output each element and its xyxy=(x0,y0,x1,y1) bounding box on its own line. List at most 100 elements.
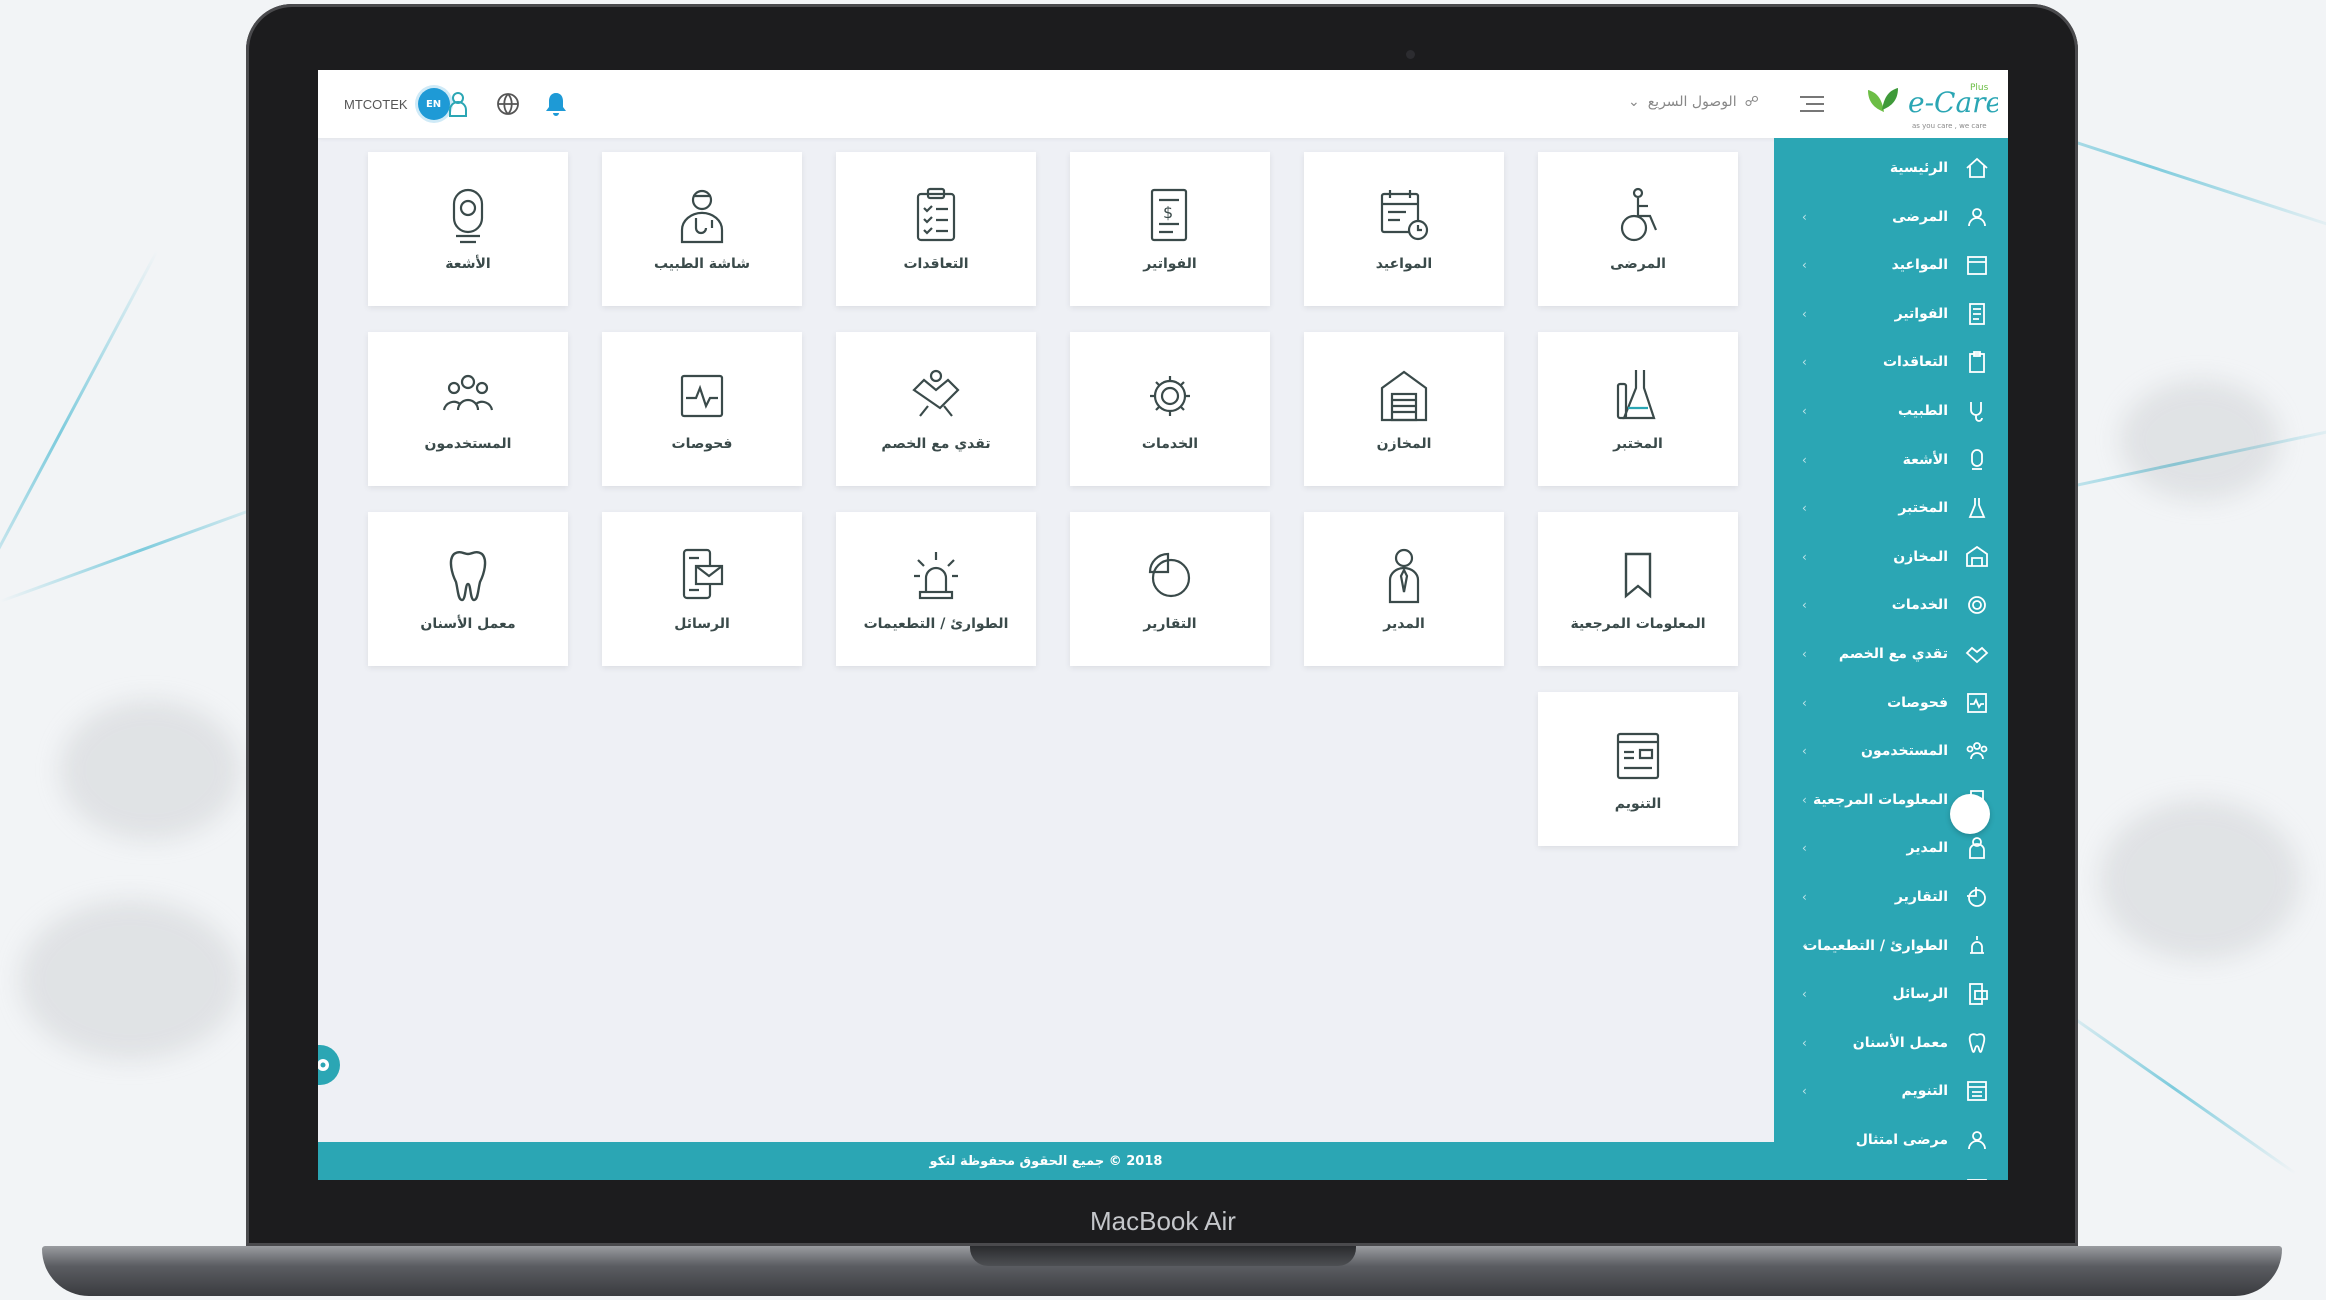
chevron-left-icon: ‹ xyxy=(1802,1035,1807,1050)
sidebar-item[interactable]: ‹ المرضى xyxy=(1774,197,2008,237)
inpatient-icon xyxy=(1616,732,1660,780)
sidebar-item-label: الأشعة xyxy=(1902,451,1948,468)
users-icon xyxy=(442,374,494,411)
chevron-left-icon: ‹ xyxy=(1802,258,1807,273)
tile-manager[interactable]: المدير xyxy=(1304,512,1504,666)
xray-icon xyxy=(1971,448,1983,470)
sidebar-item[interactable]: ‹ المدير xyxy=(1774,828,2008,868)
patient-follow-icon xyxy=(1968,1131,1986,1150)
sidebar-item[interactable]: مرضى امتثال xyxy=(1774,1120,2008,1160)
handshake-icon xyxy=(912,369,960,417)
decor-blot xyxy=(60,700,240,840)
sidebar-item-label: الرئيسية xyxy=(1889,160,1948,176)
clipboard-icon xyxy=(916,187,956,242)
tile-label: التقارير xyxy=(1143,616,1197,632)
tile-label: الفواتير xyxy=(1143,256,1197,272)
sidebar-item[interactable]: ‹ الأشعة xyxy=(1774,440,2008,480)
tile-label: المرضى xyxy=(1610,256,1666,272)
vitals-icon xyxy=(1967,692,1987,713)
tile-discount[interactable]: تقدي مع الخصم xyxy=(836,332,1036,486)
user-menu[interactable]: MTCOTEK EN xyxy=(344,88,450,120)
tile-label: الأشعة xyxy=(445,256,491,272)
tooth-icon xyxy=(1968,1033,1986,1053)
sidebar-item[interactable]: ‹ الخدمات xyxy=(1774,585,2008,625)
chevron-left-icon: ‹ xyxy=(1802,890,1807,904)
sidebar-item[interactable]: ‹ التعاقدات xyxy=(1774,342,2008,382)
tile-reports[interactable]: التقارير xyxy=(1070,512,1270,666)
sidebar-item[interactable]: ‹ المخازن xyxy=(1774,537,2008,577)
chevron-left-icon: ‹ xyxy=(1802,695,1807,710)
vitals-icon xyxy=(680,374,724,418)
tile-vitals[interactable]: فحوصات xyxy=(602,332,802,486)
tile-messages[interactable]: الرسائل xyxy=(602,512,802,666)
tile-emergency[interactable]: الطوارئ / التطعيمات xyxy=(836,512,1036,666)
chevron-left-icon: ‹ xyxy=(1802,792,1807,807)
sidebar-item-label: المختبر xyxy=(1898,500,1948,517)
message-icon xyxy=(682,548,724,600)
sidebar-item[interactable]: ‹ الطوارئ / التطعيمات xyxy=(1774,926,2008,966)
chevron-left-icon: ‹ xyxy=(1802,452,1807,467)
tile-services[interactable]: الخدمات xyxy=(1070,332,1270,486)
bookmark-icon xyxy=(1624,552,1652,599)
settings-button[interactable] xyxy=(318,1045,340,1085)
sidebar-item-label: مرضى امتثال xyxy=(1855,1132,1948,1148)
sidebar-item[interactable]: ‹ تقدي مع الخصم xyxy=(1774,634,2008,674)
tile-dental-lab[interactable]: معمل الأسنان xyxy=(368,512,568,666)
sidebar-item-label: المواعيد xyxy=(1891,257,1948,274)
app-screen: MTCOTEK EN ⌄ الوصول السريع ☍ e-Care Plus… xyxy=(318,70,2008,1180)
sidebar-item[interactable]: ‹ معمل الأسنان xyxy=(1774,1023,2008,1063)
sidebar-item[interactable]: ‹ المختبر xyxy=(1774,488,2008,528)
hamburger-icon[interactable] xyxy=(1798,94,1826,114)
chevron-left-icon: ‹ xyxy=(1802,355,1807,370)
tile-label: الطوارئ / التطعيمات xyxy=(863,616,1009,632)
tile-users[interactable]: المستخدمون xyxy=(368,332,568,486)
sidebar-item[interactable]: ‹ المعلومات المرجعية xyxy=(1774,780,2008,820)
sidebar-item[interactable]: ‹ الرسائل xyxy=(1774,974,2008,1014)
bookmark-icon xyxy=(1970,789,1984,811)
sidebar-item-label: فحوصات xyxy=(1887,694,1948,711)
sidebar-item[interactable]: ‹ فحوصات xyxy=(1774,683,2008,723)
decor-blot xyxy=(2100,800,2300,960)
chevron-left-icon: ‹ xyxy=(1802,1084,1807,1099)
gear-icon xyxy=(1150,376,1190,416)
calendar-icon xyxy=(1967,256,1987,276)
doctor-icon[interactable] xyxy=(442,88,474,120)
tile-label: المختبر xyxy=(1613,436,1663,452)
users-icon xyxy=(1966,742,1988,760)
tile-doctor-screen[interactable]: شاشة الطبيب xyxy=(602,152,802,306)
globe-icon[interactable] xyxy=(492,88,524,120)
tile-lab[interactable]: المختبر xyxy=(1538,332,1738,486)
tile-patients[interactable]: المرضى xyxy=(1538,152,1738,306)
sidebar-item[interactable]: ‹ التنويم xyxy=(1774,1071,2008,1111)
bell-icon[interactable] xyxy=(540,88,572,120)
doctor-icon xyxy=(680,189,724,244)
decor-blot xyxy=(2120,380,2280,500)
pin-icon: ☍ xyxy=(1744,94,1759,110)
tile-invoices[interactable]: $ الفواتير xyxy=(1070,152,1270,306)
sidebar-item[interactable]: ‹ المواعيد xyxy=(1774,245,2008,285)
tooth-icon xyxy=(449,551,487,602)
tile-label: الخدمات xyxy=(1141,436,1199,452)
tile-label: التنويم xyxy=(1614,796,1662,812)
tile-contracts[interactable]: التعاقدات xyxy=(836,152,1036,306)
sidebar-item[interactable]: الرئيسية xyxy=(1774,148,2008,188)
tile-appointments[interactable]: المواعيد xyxy=(1304,152,1504,306)
tile-warehouse[interactable]: المخازن xyxy=(1304,332,1504,486)
sidebar-item[interactable]: ‹ الطبيب xyxy=(1774,391,2008,431)
sidebar-item[interactable]: المزيد xyxy=(1774,1169,2008,1180)
tile-inpatient[interactable]: التنويم xyxy=(1538,692,1738,846)
chevron-left-icon: ‹ xyxy=(1802,501,1807,516)
sidebar-item[interactable]: ‹ المستخدمون xyxy=(1774,731,2008,771)
sidebar-item-label: تقدي مع الخصم xyxy=(1838,646,1948,662)
svg-text:$: $ xyxy=(1163,203,1173,222)
tile-reference-info[interactable]: المعلومات المرجعية xyxy=(1538,512,1738,666)
sidebar-item-label: الفواتير xyxy=(1894,305,1948,322)
quick-access[interactable]: ⌄ الوصول السريع ☍ xyxy=(1628,94,1759,110)
sidebar-item-label: المخازن xyxy=(1893,548,1948,565)
pie-chart-icon xyxy=(1967,887,1986,907)
tile-label: المستخدمون xyxy=(424,436,512,452)
tile-radiology[interactable]: الأشعة xyxy=(368,152,568,306)
handshake-icon xyxy=(1965,646,1989,664)
sidebar-item[interactable]: ‹ الفواتير xyxy=(1774,294,2008,334)
sidebar-item[interactable]: ‹ التقارير xyxy=(1774,877,2008,917)
